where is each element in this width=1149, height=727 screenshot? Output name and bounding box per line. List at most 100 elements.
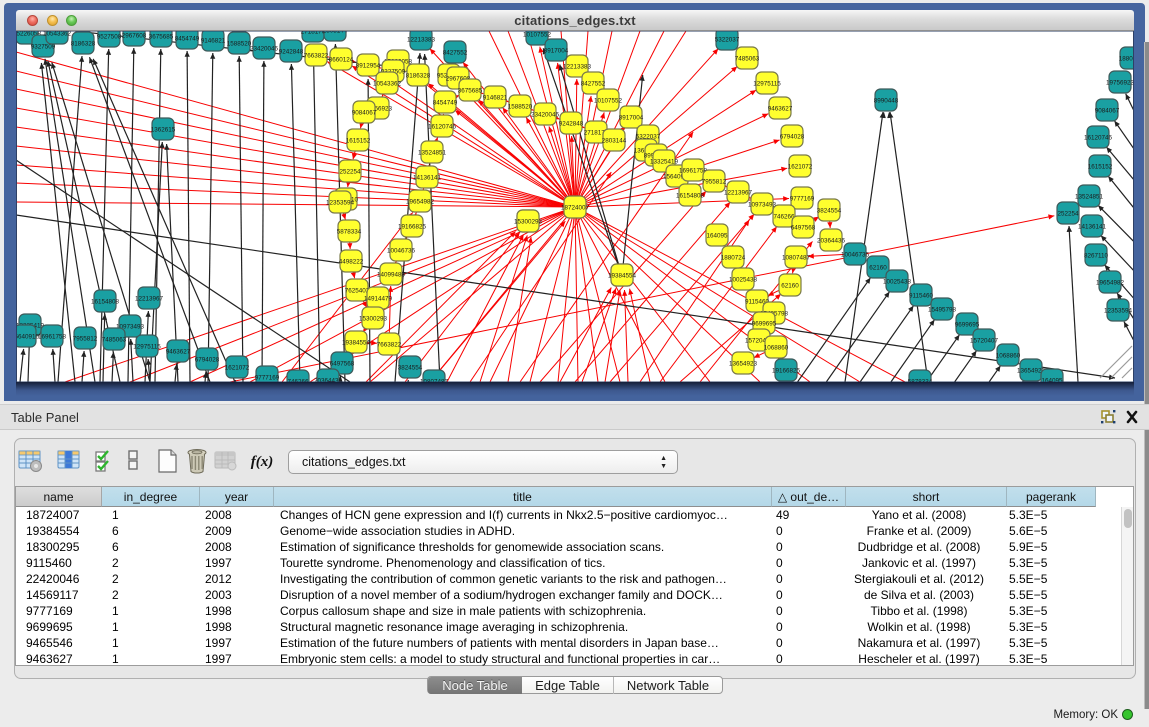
svg-text:19654982: 19654982 — [406, 199, 435, 206]
svg-text:15495798: 15495798 — [928, 307, 957, 314]
svg-text:7955812: 7955812 — [73, 336, 98, 343]
svg-text:16961758: 16961758 — [38, 334, 67, 341]
svg-text:10025438: 10025438 — [883, 279, 912, 286]
svg-text:12353594: 12353594 — [1104, 308, 1133, 315]
svg-text:9699695: 9699695 — [955, 322, 980, 329]
svg-text:f(x): f(x) — [251, 454, 274, 470]
svg-text:8990448: 8990448 — [874, 98, 899, 105]
svg-text:1880724: 1880724 — [721, 255, 746, 262]
svg-text:19166825: 19166825 — [398, 224, 427, 231]
svg-text:10025438: 10025438 — [729, 277, 758, 284]
svg-text:2803144: 2803144 — [323, 31, 348, 35]
svg-text:18724007: 18724007 — [561, 205, 590, 212]
svg-text:8454749: 8454749 — [175, 36, 200, 43]
svg-text:10107552: 10107552 — [594, 98, 623, 105]
svg-text:16120746: 16120746 — [1084, 135, 1113, 142]
svg-text:12213383: 12213383 — [563, 64, 592, 71]
svg-text:8912954: 8912954 — [356, 63, 381, 70]
svg-text:10046736: 10046736 — [387, 248, 416, 255]
svg-text:3675685: 3675685 — [458, 88, 483, 95]
svg-text:252254: 252254 — [1057, 211, 1079, 218]
svg-text:7955812: 7955812 — [702, 179, 727, 186]
svg-text:6497568: 6497568 — [791, 225, 816, 232]
svg-text:23420046: 23420046 — [250, 46, 279, 53]
svg-text:9146821: 9146821 — [201, 38, 226, 45]
svg-text:15300293: 15300293 — [514, 219, 543, 226]
svg-text:12213967: 12213967 — [724, 190, 753, 197]
svg-text:8186328: 8186328 — [71, 41, 96, 48]
svg-text:8660124: 8660124 — [329, 57, 354, 64]
svg-text:14099489: 14099489 — [377, 272, 406, 279]
svg-text:19384554: 19384554 — [342, 340, 371, 347]
svg-text:7485063: 7485063 — [735, 56, 760, 63]
svg-text:8454749: 8454749 — [433, 100, 458, 107]
svg-text:10543362: 10543362 — [373, 81, 402, 88]
svg-text:1615152: 1615152 — [346, 138, 371, 145]
svg-text:7485063: 7485063 — [102, 337, 127, 344]
svg-text:8427552: 8427552 — [443, 50, 468, 57]
svg-text:13524851: 13524851 — [1075, 194, 1104, 201]
svg-text:62160: 62160 — [869, 265, 887, 272]
svg-text:15640910: 15640910 — [16, 334, 39, 341]
svg-text:7663822: 7663822 — [304, 53, 329, 60]
svg-text:13524851: 13524851 — [418, 150, 447, 157]
svg-text:9463627: 9463627 — [768, 106, 793, 113]
svg-text:3824554: 3824554 — [398, 365, 423, 372]
svg-text:8267110: 8267110 — [1084, 253, 1109, 260]
svg-text:5322037: 5322037 — [715, 37, 740, 44]
svg-text:9777169: 9777169 — [255, 375, 280, 382]
svg-text:10807487: 10807487 — [782, 255, 811, 262]
svg-text:8427552: 8427552 — [581, 81, 606, 88]
svg-text:1621072: 1621072 — [788, 164, 813, 171]
svg-text:15300293: 15300293 — [359, 316, 388, 323]
svg-text:9146821: 9146821 — [483, 95, 508, 102]
svg-text:2803144: 2803144 — [602, 138, 627, 145]
svg-text:20364436: 20364436 — [817, 238, 846, 245]
svg-text:13654923: 13654923 — [729, 361, 758, 368]
svg-text:9527508: 9527508 — [97, 34, 122, 41]
svg-text:9084067: 9084067 — [1095, 108, 1120, 115]
svg-text:3824554: 3824554 — [817, 208, 842, 215]
svg-text:12975115: 12975115 — [133, 344, 161, 351]
svg-text:7663822: 7663822 — [377, 342, 402, 349]
svg-text:19654982: 19654982 — [1096, 280, 1125, 287]
svg-text:10543362: 10543362 — [43, 31, 72, 38]
svg-text:1362615: 1362615 — [151, 127, 176, 134]
svg-text:14136141: 14136141 — [413, 175, 442, 182]
svg-text:1588520: 1588520 — [227, 41, 252, 48]
svg-text:9084067: 9084067 — [352, 110, 377, 117]
svg-text:10107552: 10107552 — [523, 32, 552, 39]
svg-text:4498222: 4498222 — [339, 259, 364, 266]
svg-text:1588520: 1588520 — [508, 104, 533, 111]
svg-text:12353594: 12353594 — [326, 200, 355, 207]
svg-text:6497568: 6497568 — [330, 361, 355, 368]
svg-text:16154808: 16154808 — [91, 299, 120, 306]
svg-text:10973493: 10973493 — [748, 202, 777, 209]
svg-text:16120746: 16120746 — [428, 124, 457, 131]
svg-text:14136141: 14136141 — [1078, 224, 1107, 231]
svg-text:15720407: 15720407 — [970, 338, 999, 345]
svg-text:12975115: 12975115 — [753, 81, 781, 88]
svg-text:9699695: 9699695 — [752, 321, 777, 328]
svg-text:9242848: 9242848 — [279, 49, 304, 56]
svg-text:1880724: 1880724 — [1119, 56, 1134, 63]
svg-text:2967608: 2967608 — [122, 33, 147, 40]
svg-text:19756923: 19756923 — [1106, 80, 1134, 87]
svg-text:1068860: 1068860 — [764, 345, 789, 352]
svg-text:9242848: 9242848 — [559, 121, 584, 128]
svg-text:164095: 164095 — [706, 233, 728, 240]
svg-text:12213967: 12213967 — [135, 296, 164, 303]
svg-text:62160: 62160 — [781, 283, 799, 290]
svg-text:5878334: 5878334 — [337, 229, 362, 236]
svg-text:14914479: 14914479 — [364, 296, 393, 303]
svg-text:1615152: 1615152 — [1088, 164, 1113, 171]
svg-text:252254: 252254 — [339, 169, 361, 176]
svg-text:8917004: 8917004 — [544, 48, 569, 55]
svg-text:19384554: 19384554 — [608, 273, 637, 280]
svg-text:8186328: 8186328 — [406, 73, 431, 80]
svg-text:1621072: 1621072 — [225, 365, 250, 372]
svg-text:1068860: 1068860 — [996, 353, 1021, 360]
svg-text:9115460: 9115460 — [909, 293, 934, 300]
svg-text:23420046: 23420046 — [531, 112, 560, 119]
svg-text:7625402: 7625402 — [345, 288, 370, 295]
